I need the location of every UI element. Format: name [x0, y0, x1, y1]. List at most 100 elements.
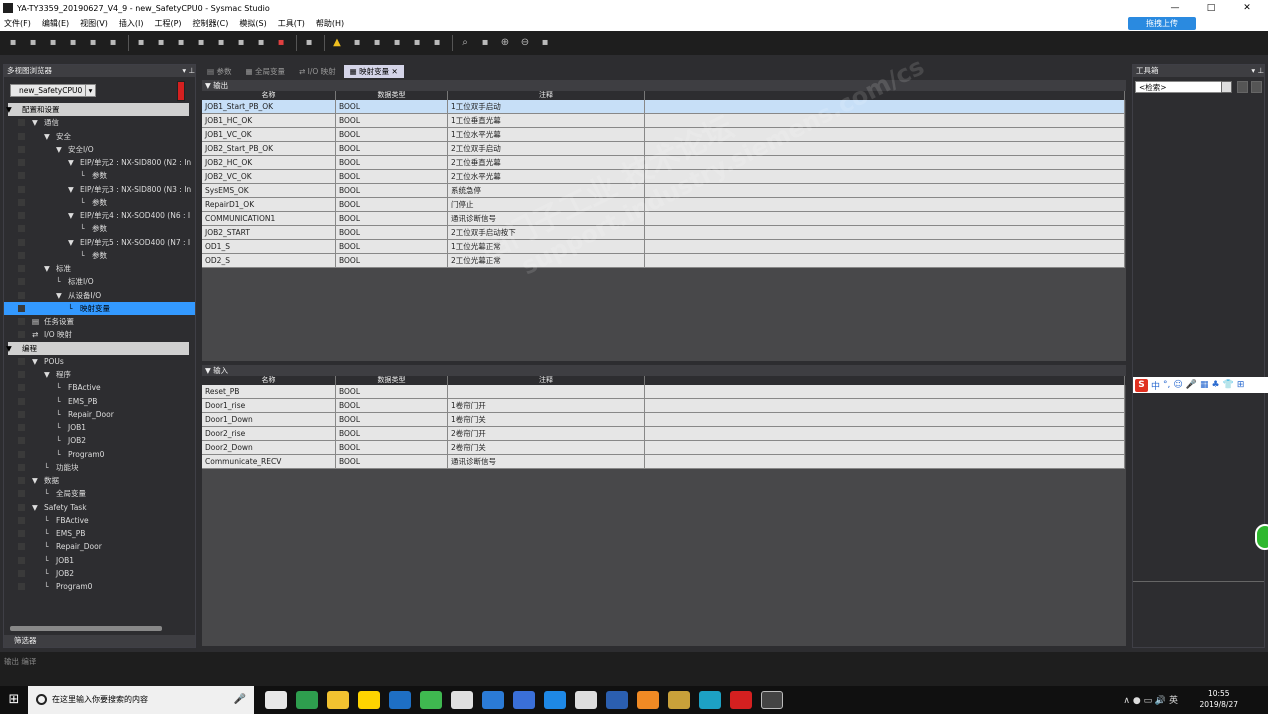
- cell-datatype[interactable]: BOOL: [336, 156, 448, 170]
- cell-blank[interactable]: [645, 226, 1125, 240]
- tree-checkbox[interactable]: [18, 145, 25, 153]
- ime-voice-icon[interactable]: 🎤: [1186, 380, 1197, 390]
- chevron-down-icon[interactable]: [1221, 81, 1232, 93]
- cell-comment[interactable]: 2工位光幕正常: [448, 254, 645, 268]
- tree-item[interactable]: └ 参数: [4, 249, 195, 262]
- tree-item[interactable]: ▼ 程序: [4, 368, 195, 381]
- tree-checkbox[interactable]: [18, 185, 25, 193]
- cell-name[interactable]: Door2_rise: [202, 427, 336, 441]
- taskbar-app-icon[interactable]: [512, 691, 535, 709]
- cell-comment[interactable]: 门停止: [448, 198, 645, 212]
- windows-start-icon[interactable]: ⊞: [0, 686, 28, 714]
- tree-item[interactable]: └ 映射变量: [4, 301, 195, 315]
- tree-item[interactable]: ▼ POUs: [4, 355, 195, 368]
- tree-item[interactable]: └ Repair_Door: [4, 408, 195, 421]
- tree-item[interactable]: ▼ 安全I/O: [4, 143, 195, 156]
- redo-icon[interactable]: ▪: [106, 36, 120, 50]
- cell-comment[interactable]: 2工位水平光幕: [448, 170, 645, 184]
- cell-comment[interactable]: 2工位双手启动按下: [448, 226, 645, 240]
- cell-name[interactable]: Door1_Down: [202, 413, 336, 427]
- cell-comment[interactable]: 系统急停: [448, 184, 645, 198]
- table-row[interactable]: RepairD1_OK BOOL 门停止: [202, 198, 1126, 212]
- column-comment[interactable]: 注释: [448, 91, 645, 100]
- ime-toolbox-icon[interactable]: ⊞: [1237, 380, 1245, 390]
- cell-datatype[interactable]: BOOL: [336, 226, 448, 240]
- tree-item[interactable]: └ 参数: [4, 222, 195, 235]
- tree-item[interactable]: ▼ 标准: [4, 262, 195, 275]
- minimize-button[interactable]: —: [1160, 0, 1190, 16]
- tree-checkbox[interactable]: [18, 556, 25, 564]
- tree-checkbox[interactable]: [18, 318, 25, 325]
- tree-checkbox[interactable]: [18, 119, 25, 127]
- cell-blank[interactable]: [645, 156, 1125, 170]
- menu-view[interactable]: 视图(V): [80, 18, 108, 29]
- tree-item[interactable]: └ FBActive: [4, 381, 195, 394]
- cell-datatype[interactable]: BOOL: [336, 240, 448, 254]
- taskbar-app-icon[interactable]: [481, 691, 504, 709]
- cell-blank[interactable]: [645, 100, 1125, 114]
- compare-icon[interactable]: ▪: [430, 36, 444, 50]
- cell-name[interactable]: JOB1_Start_PB_OK: [202, 100, 336, 114]
- close-button[interactable]: ✕: [1232, 0, 1262, 16]
- tree-item[interactable]: └ Program0: [4, 448, 195, 461]
- table-row[interactable]: SysEMS_OK BOOL 系统急停: [202, 184, 1126, 198]
- table-row[interactable]: JOB1_HC_OK BOOL 1工位垂直光幕: [202, 114, 1126, 128]
- output-tabs[interactable]: 输出 编译: [4, 657, 36, 666]
- tree-item[interactable]: └ Program0: [4, 580, 195, 593]
- tree-item[interactable]: └ JOB2: [4, 567, 195, 580]
- cell-blank[interactable]: [645, 455, 1125, 469]
- tree-checkbox[interactable]: [18, 477, 25, 484]
- taskbar-app-icon[interactable]: [636, 691, 659, 709]
- upload-button[interactable]: 拖拽上传: [1128, 17, 1196, 30]
- table-row[interactable]: Reset_PB BOOL: [202, 385, 1126, 399]
- tree-item[interactable]: ▼ EIP/单元3 : NX-SID800 (N3 : In: [4, 183, 195, 196]
- cell-datatype[interactable]: BOOL: [336, 385, 448, 399]
- menu-tools[interactable]: 工具(T): [278, 18, 305, 29]
- cell-datatype[interactable]: BOOL: [336, 399, 448, 413]
- cell-comment[interactable]: 1卷帘门关: [448, 413, 645, 427]
- tree-checkbox[interactable]: [18, 331, 25, 339]
- tree-checkbox[interactable]: [18, 490, 25, 498]
- taskbar-app-icon[interactable]: [264, 691, 287, 709]
- cell-datatype[interactable]: BOOL: [336, 427, 448, 441]
- taskbar-clock[interactable]: 10:55 2019/8/27: [1200, 688, 1238, 710]
- tree-item[interactable]: └ EMS_PB: [4, 395, 195, 408]
- cell-name[interactable]: JOB1_HC_OK: [202, 114, 336, 128]
- tree-checkbox[interactable]: [18, 424, 25, 431]
- taskbar-app-icon[interactable]: [760, 691, 783, 709]
- cell-name[interactable]: JOB2_HC_OK: [202, 156, 336, 170]
- ime-keyboard-icon[interactable]: ▦: [1200, 380, 1209, 390]
- table-row[interactable]: Door1_Down BOOL 1卷帘门关: [202, 413, 1126, 427]
- tree-item[interactable]: └ 标准I/O: [4, 275, 195, 288]
- tree-checkbox[interactable]: [18, 172, 25, 180]
- cell-name[interactable]: JOB2_START: [202, 226, 336, 240]
- run-icon[interactable]: ▪: [350, 36, 364, 50]
- taskbar-app-icon[interactable]: [543, 691, 566, 709]
- zoom-reset-icon[interactable]: ▪: [538, 36, 552, 50]
- transfer-icon[interactable]: ▪: [254, 36, 268, 50]
- expand-icon[interactable]: ▼: [6, 342, 12, 355]
- cell-comment[interactable]: 通讯诊断信号: [448, 212, 645, 226]
- cell-comment[interactable]: 1工位光幕正常: [448, 240, 645, 254]
- tree-checkbox[interactable]: [18, 225, 25, 233]
- table-row[interactable]: Door2_rise BOOL 2卷帘门开: [202, 427, 1126, 441]
- tree-checkbox[interactable]: [18, 291, 25, 299]
- step-icon[interactable]: ▪: [370, 36, 384, 50]
- tree-item[interactable]: ▼ 从设备I/O: [4, 289, 195, 302]
- clear-search-icon[interactable]: [1251, 81, 1262, 93]
- tab-0[interactable]: ▤ 参数: [201, 65, 237, 78]
- ime-chinese-mode[interactable]: 中: [1151, 379, 1160, 392]
- cell-name[interactable]: Reset_PB: [202, 385, 336, 399]
- cell-blank[interactable]: [645, 114, 1125, 128]
- cell-comment[interactable]: 2卷帘门关: [448, 441, 645, 455]
- tree-item[interactable]: └ JOB1: [4, 421, 195, 434]
- table-row[interactable]: COMMUNICATION1 BOOL 通讯诊断信号: [202, 212, 1126, 226]
- cell-datatype[interactable]: BOOL: [336, 100, 448, 114]
- system-tray[interactable]: ∧ ● ▭ 🔊 英: [1123, 693, 1178, 706]
- tree-item[interactable]: ▼ EIP/单元5 : NX-SOD400 (N7 : I: [4, 236, 195, 249]
- taskbar-search-input[interactable]: 在这里输入你要搜索的内容 🎤: [28, 686, 254, 714]
- taskbar-app-icon[interactable]: [729, 691, 752, 709]
- taskbar-app-icon[interactable]: [388, 691, 411, 709]
- table-row[interactable]: JOB2_Start_PB_OK BOOL 2工位双手启动: [202, 142, 1126, 156]
- table-row[interactable]: Communicate_RECV BOOL 通讯诊断信号: [202, 455, 1126, 469]
